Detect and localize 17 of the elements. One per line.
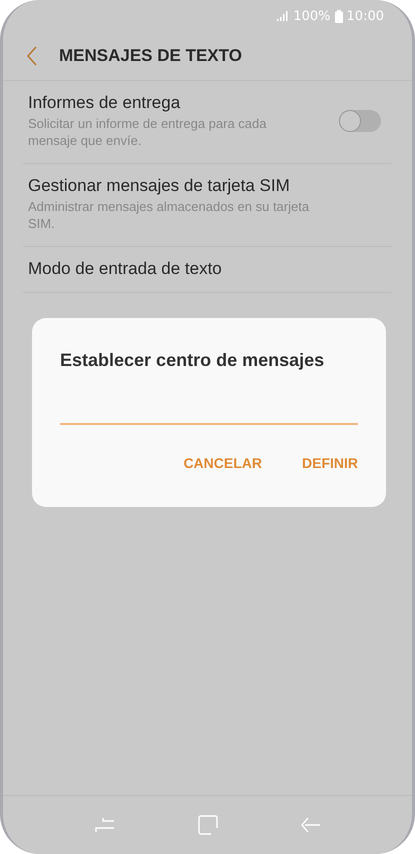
setting-description: Administrar mensajes almacenados en su tarjeta SIM. xyxy=(28,198,310,233)
setting-title: Informes de entrega xyxy=(28,93,182,113)
setting-description: Solicitar un informe de entrega para cada mensaje que envíe. xyxy=(28,116,268,150)
settings-item[interactable]: Gestionar mensajes de tarjeta SIM Administrar mensajes almacenados en su tarjeta SIM. xyxy=(23,164,392,247)
home-icon[interactable] xyxy=(198,815,218,835)
screen-title: MENSAJES DE TEXTO xyxy=(59,46,242,66)
toggle-switch[interactable] xyxy=(339,110,381,132)
back-button[interactable] xyxy=(25,44,39,68)
settings-item[interactable]: Informes de entrega Solicitar un informe de entrega para cada mensaje que envíe. xyxy=(23,81,392,164)
dialog-title: Establecer centro de mensajes xyxy=(60,350,326,371)
setting-title: Modo de entrada de texto xyxy=(28,258,223,279)
back-icon[interactable] xyxy=(300,817,320,833)
setting-title: Gestionar mensajes de tarjeta SIM xyxy=(28,176,291,196)
signal-icon xyxy=(277,11,290,21)
recent-apps-icon[interactable] xyxy=(94,817,114,833)
settings-item[interactable]: Modo de entrada de texto xyxy=(23,246,392,293)
battery-icon xyxy=(334,10,343,22)
